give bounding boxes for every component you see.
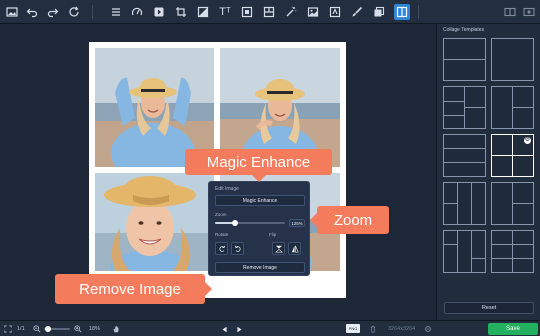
rotate-left-button[interactable] (215, 242, 228, 255)
flip-label: Flip (269, 232, 277, 237)
template-four-grid-selected[interactable]: ⚙ (491, 134, 534, 177)
play-right-icon[interactable] (236, 324, 243, 334)
zoom-value-field[interactable]: 125% (289, 219, 305, 227)
text-icon[interactable]: Tᵀ (217, 4, 233, 20)
reset-button[interactable]: Reset (444, 302, 534, 314)
sidebar-title: Collage Templates (443, 27, 485, 33)
settings-gear-icon[interactable]: ⚙ (524, 137, 531, 144)
speedometer-icon[interactable] (129, 4, 145, 20)
compare-icon[interactable] (502, 4, 518, 20)
rotate-left-icon (218, 245, 225, 252)
zoom-slider-handle[interactable] (231, 220, 238, 226)
flip-vertical-button[interactable] (272, 242, 285, 255)
redo-icon[interactable] (45, 4, 61, 20)
page-indicator: 1/1 (17, 326, 25, 332)
template-grid-asym[interactable] (443, 86, 486, 129)
collage-icon[interactable] (394, 4, 410, 20)
zoom-slider[interactable] (215, 220, 285, 226)
template-right-split[interactable] (491, 182, 534, 225)
flip-vertical-icon (274, 245, 283, 253)
flip-horizontal-button[interactable] (288, 242, 301, 255)
rotate-right-button[interactable] (231, 242, 244, 255)
refresh-icon[interactable] (66, 4, 82, 20)
undo-icon[interactable] (24, 4, 40, 20)
rotate-label: Rotate (215, 232, 229, 237)
save-button[interactable]: Save (488, 323, 538, 335)
edit-image-panel: Edit Image Magic Enhance Zoom 125% Rotat… (208, 181, 310, 276)
collage-templates-sidebar: Collage Templates ⚙ Reset (436, 24, 540, 320)
image-dimensions: 3264x3264 (388, 326, 416, 332)
trash-icon[interactable] (369, 324, 377, 334)
fit-screen-icon[interactable] (4, 324, 12, 334)
flip-horizontal-icon (291, 245, 299, 253)
template-mosaic[interactable] (443, 230, 486, 273)
zoom-label: Zoom (215, 212, 227, 217)
app-window: Tᵀ Edit Image Magic Enhance Zoom 125% Ro… (0, 0, 540, 336)
template-two-rows[interactable] (443, 38, 486, 81)
zoom-in-icon[interactable] (74, 324, 82, 334)
remove-image-button[interactable]: Remove Image (215, 262, 305, 273)
layout-icon[interactable] (261, 4, 277, 20)
magic-enhance-button[interactable]: Magic Enhance (215, 195, 305, 206)
magic-wand-icon[interactable] (283, 4, 299, 20)
enhance-icon[interactable] (151, 4, 167, 20)
template-grid-six[interactable] (491, 230, 534, 273)
zoom-out-icon[interactable] (33, 324, 41, 334)
top-toolbar: Tᵀ (0, 0, 540, 24)
zoom-callout: Zoom (310, 206, 389, 234)
image-icon[interactable] (305, 4, 321, 20)
adjust-icon[interactable] (195, 4, 211, 20)
toolbar-divider (92, 5, 93, 19)
settings-icon[interactable] (424, 324, 432, 334)
photo-icon[interactable] (4, 4, 20, 20)
format-toggle[interactable]: PNG (346, 324, 360, 333)
remove-image-callout: Remove Image (55, 274, 212, 304)
template-single[interactable] (491, 38, 534, 81)
frame-icon[interactable] (239, 4, 255, 20)
effects-icon[interactable] (327, 4, 343, 20)
template-three-columns[interactable] (443, 182, 486, 225)
toolbar-divider (418, 5, 419, 19)
hand-icon[interactable] (112, 324, 120, 334)
eye-icon[interactable] (521, 4, 537, 20)
template-left-split[interactable] (491, 86, 534, 129)
template-three-rows[interactable] (443, 134, 486, 177)
bottom-status-bar: 1/1 18% PNG 3264x3264 Save (0, 320, 540, 336)
edit-panel-title: Edit Image (215, 186, 239, 192)
zoom-percent: 18% (89, 326, 101, 332)
collage-photo-bottom-left[interactable] (95, 173, 214, 271)
rotate-right-icon (234, 245, 241, 252)
canvas-zoom-handle[interactable] (44, 326, 51, 332)
play-left-icon[interactable] (221, 324, 228, 334)
menu-icon[interactable] (108, 4, 124, 20)
background-icon[interactable] (371, 4, 387, 20)
canvas-zoom-slider[interactable] (44, 326, 70, 332)
magic-enhance-callout: Magic Enhance (185, 149, 332, 182)
brush-icon[interactable] (349, 4, 365, 20)
crop-icon[interactable] (173, 4, 189, 20)
